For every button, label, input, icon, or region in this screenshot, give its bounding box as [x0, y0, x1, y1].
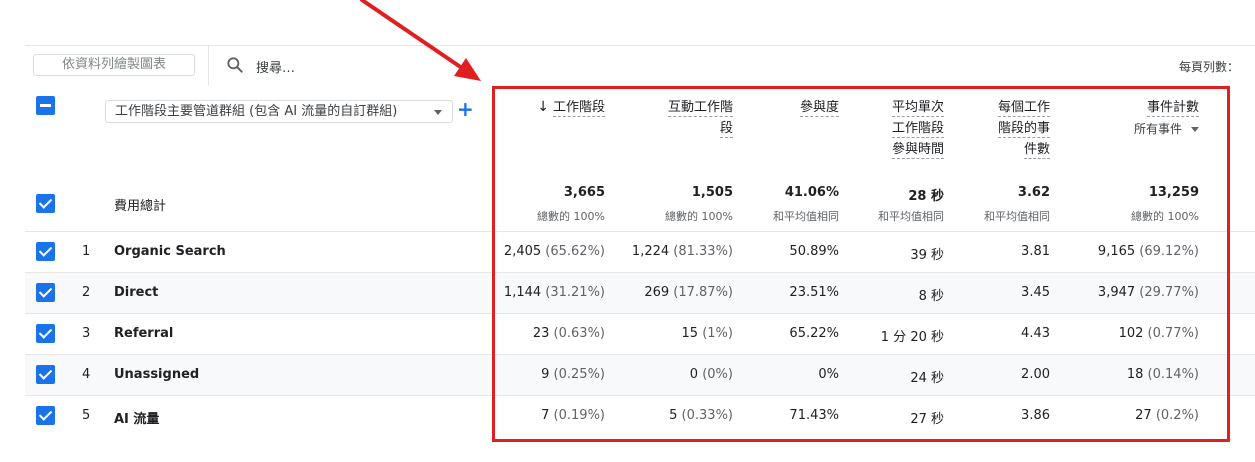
row-dimension-value: AI 流量 — [114, 412, 160, 427]
table-cell: 9,165 (69.12%) — [1097, 244, 1199, 259]
table-cell: 1,144 (31.21%) — [503, 285, 605, 300]
dimension-selector-label: 工作階段主要管道群組 (包含 AI 流量的自訂群組) — [115, 104, 398, 119]
total-subtext: 和平均值相同 — [773, 210, 839, 223]
total-value: 3,665 — [563, 185, 605, 200]
total-subtext: 和平均值相同 — [984, 210, 1050, 223]
total-subtext: 總數的 100% — [1131, 210, 1199, 223]
row-checkbox[interactable] — [36, 283, 55, 302]
total-subtext: 總數的 100% — [537, 210, 605, 223]
table-cell: 2.00 — [1021, 367, 1050, 382]
column-header-event-count[interactable]: 事件計數 所有事件 — [1134, 97, 1199, 140]
table-row: 2 Direct 1,144 (31.21%) 269 (17.87%) 23.… — [25, 272, 1255, 313]
dimension-selector[interactable]: 工作階段主要管道群組 (包含 AI 流量的自訂群組) — [105, 100, 453, 123]
search-icon[interactable] — [225, 55, 245, 75]
table-cell: 23 (0.63%) — [532, 326, 605, 341]
totals-label: 費用總計 — [114, 199, 167, 214]
row-checkbox[interactable] — [36, 365, 55, 384]
row-dimension-value: Referral — [114, 326, 174, 341]
table-cell: 0 (0%) — [689, 367, 733, 382]
event-filter-select[interactable]: 所有事件 — [1134, 119, 1199, 140]
table-cell: 39 秒 — [910, 248, 944, 263]
total-value: 28 秒 — [908, 189, 944, 204]
table-cell: 27 (0.2%) — [1135, 408, 1199, 423]
total-value: 1,505 — [691, 185, 733, 200]
table-row: 4 Unassigned 9 (0.25%) 0 (0%) 0% 24 秒 2.… — [25, 354, 1255, 395]
table-cell: 102 (0.77%) — [1118, 326, 1199, 341]
table-row: 1 Organic Search 2,405 (65.62%) 1,224 (8… — [25, 231, 1255, 272]
totals-checkbox[interactable] — [36, 194, 55, 213]
table-cell: 5 (0.33%) — [669, 408, 733, 423]
row-index: 5 — [82, 408, 91, 423]
row-index: 4 — [82, 367, 91, 382]
table-cell: 8 秒 — [918, 289, 944, 304]
table-cell: 3.45 — [1021, 285, 1050, 300]
select-all-checkbox[interactable] — [36, 96, 55, 115]
table-cell: 1,224 (81.33%) — [631, 244, 733, 259]
total-value: 13,259 — [1148, 185, 1199, 200]
column-header-engaged-sessions[interactable]: 互動工作階 段 — [667, 97, 733, 139]
row-checkbox[interactable] — [36, 324, 55, 343]
table-cell: 15 (1%) — [681, 326, 733, 341]
search-input[interactable]: 搜尋… — [256, 57, 295, 76]
row-dimension-value: Unassigned — [114, 367, 200, 382]
row-index: 3 — [82, 326, 91, 341]
row-index: 2 — [82, 285, 91, 300]
table-cell: 27 秒 — [910, 412, 944, 427]
column-header-sessions[interactable]: ↓ 工作階段 — [537, 97, 605, 118]
table-cell: 2,405 (65.62%) — [503, 244, 605, 259]
total-value: 3.62 — [1017, 185, 1050, 200]
table-cell: 7 (0.19%) — [541, 408, 605, 423]
toolbar-separator — [208, 46, 209, 86]
caret-down-icon — [1191, 127, 1199, 132]
total-subtext: 總數的 100% — [665, 210, 733, 223]
row-index: 1 — [82, 244, 91, 259]
total-value: 41.06% — [784, 185, 839, 200]
row-dimension-value: Direct — [114, 285, 159, 300]
column-header-avg-engagement-time[interactable]: 平均單次 工作階段 參與時間 — [891, 97, 944, 160]
caret-down-icon — [434, 110, 442, 115]
column-header-engagement-rate[interactable]: 參與度 — [799, 97, 839, 118]
table-cell: 3,947 (29.77%) — [1097, 285, 1199, 300]
toolbar-divider — [25, 45, 1255, 46]
table-cell: 4.43 — [1021, 326, 1050, 341]
table-row: 3 Referral 23 (0.63%) 15 (1%) 65.22% 1 分… — [25, 313, 1255, 354]
table-cell: 0% — [818, 367, 839, 382]
table-cell: 24 秒 — [910, 371, 944, 386]
row-checkbox[interactable] — [36, 406, 55, 425]
total-subtext: 和平均值相同 — [878, 210, 944, 223]
row-dimension-value: Organic Search — [114, 244, 226, 259]
plot-rows-button[interactable]: 依資料列繪製圖表 — [33, 54, 195, 76]
table-cell: 3.81 — [1021, 244, 1050, 259]
table-cell: 1 分 20 秒 — [880, 330, 944, 345]
table-row: 5 AI 流量 7 (0.19%) 5 (0.33%) 71.43% 27 秒 … — [25, 395, 1255, 436]
table-cell: 269 (17.87%) — [644, 285, 733, 300]
row-checkbox[interactable] — [36, 242, 55, 261]
column-header-events-per-session[interactable]: 每個工作 階段的事 件數 — [997, 97, 1050, 160]
add-dimension-button[interactable]: + — [457, 97, 474, 121]
table-cell: 18 (0.14%) — [1126, 367, 1199, 382]
table-cell: 65.22% — [789, 326, 839, 341]
table-cell: 9 (0.25%) — [541, 367, 605, 382]
table-cell: 71.43% — [789, 408, 839, 423]
table-cell: 3.86 — [1021, 408, 1050, 423]
rows-per-page-label: 每頁列數： — [1178, 60, 1239, 74]
sort-descending-icon: ↓ — [537, 99, 549, 115]
table-cell: 50.89% — [789, 244, 839, 259]
table-cell: 23.51% — [789, 285, 839, 300]
